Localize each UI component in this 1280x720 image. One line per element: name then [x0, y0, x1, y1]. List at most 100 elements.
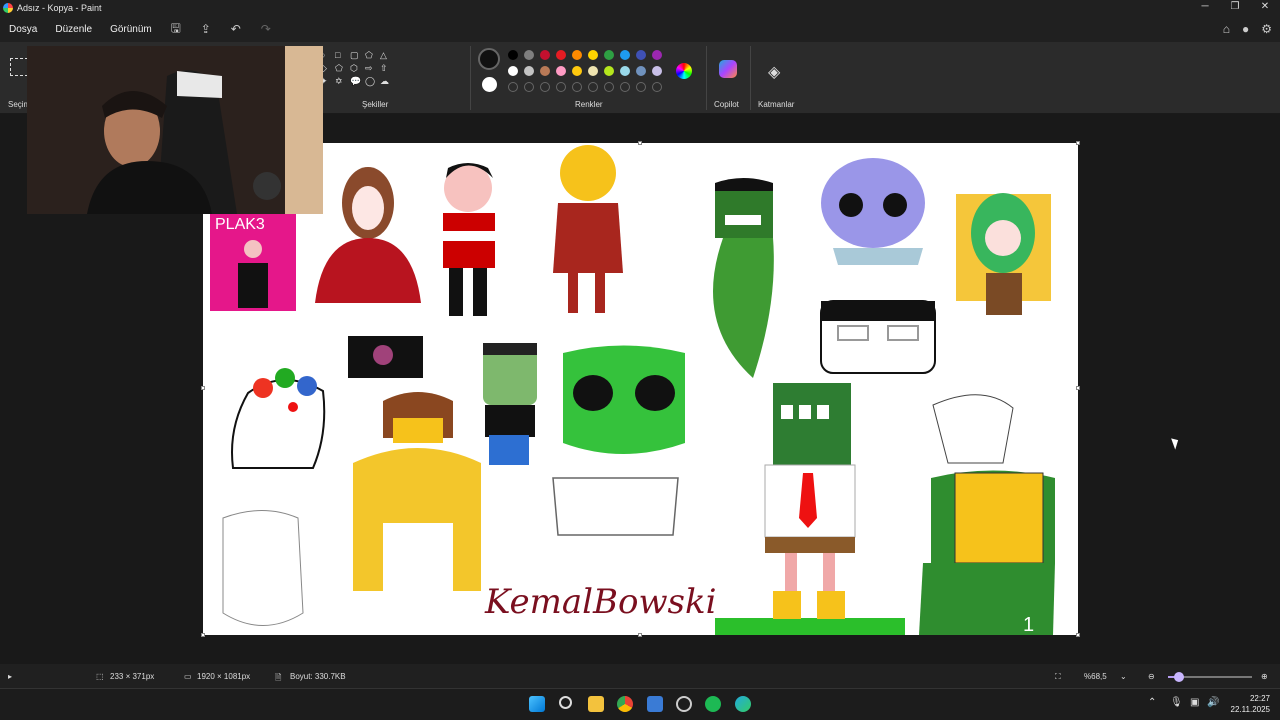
start-icon[interactable] — [529, 696, 545, 712]
share-icon[interactable]: ⇪ — [191, 22, 221, 36]
color-swatch[interactable] — [508, 66, 518, 76]
primary-color-swatch[interactable] — [478, 48, 500, 70]
title-bar: Adsız - Kopya - Paint ─ ❐ ✕ — [0, 0, 1280, 16]
chrome-icon[interactable] — [617, 696, 633, 712]
close-button[interactable]: ✕ — [1250, 0, 1280, 16]
rounded-rect-shape-icon[interactable]: ▢ — [350, 50, 364, 61]
color-swatch[interactable] — [588, 50, 598, 60]
custom-color-slot[interactable] — [636, 82, 646, 92]
color-swatch[interactable] — [508, 50, 518, 60]
color-swatch[interactable] — [604, 50, 614, 60]
color-swatch[interactable] — [572, 66, 582, 76]
resize-handle[interactable] — [638, 633, 642, 637]
cloud-shape-icon[interactable]: ☁ — [380, 76, 394, 87]
pentagon-shape-icon[interactable]: ⬠ — [335, 63, 349, 74]
feedback-icon[interactable]: ⌂ — [1223, 22, 1230, 36]
minimize-button[interactable]: ─ — [1190, 0, 1220, 16]
color-swatch[interactable] — [588, 66, 598, 76]
zoom-slider-thumb[interactable] — [1174, 672, 1185, 682]
green-monster-drawing — [715, 183, 773, 238]
custom-color-slot[interactable] — [652, 82, 662, 92]
clock-time: 22:27 — [1249, 694, 1270, 703]
rectangle-shape-icon[interactable]: □ — [335, 50, 349, 61]
color-swatch[interactable] — [556, 66, 566, 76]
resize-handle[interactable] — [1076, 141, 1080, 145]
zoom-out-icon[interactable]: ⊖ — [1148, 672, 1155, 681]
network-icon[interactable]: ▣ — [1190, 697, 1199, 708]
shapes-gallery: ○ □ ▢ ⬠ △ ◇ ⬠ ⬡ ⇨ ⇧ ✦ ✡ 💬 ◯ ☁ — [320, 50, 394, 87]
menu-file[interactable]: Dosya — [0, 24, 46, 35]
settings-icon[interactable]: ⚙ — [1261, 22, 1272, 36]
zoom-slider-track[interactable] — [1168, 672, 1252, 682]
custom-color-slot[interactable] — [604, 82, 614, 92]
color-swatch[interactable] — [652, 66, 662, 76]
microphone-icon[interactable]: 🎙 — [1170, 697, 1183, 708]
dog-drawing — [932, 394, 1014, 464]
colors-label: Renkler — [575, 100, 603, 109]
custom-color-slot[interactable] — [556, 82, 566, 92]
triangle-shape-icon[interactable]: △ — [380, 50, 394, 61]
account-icon[interactable]: ● — [1242, 22, 1249, 36]
layers-icon[interactable]: ◈ — [768, 62, 780, 82]
callout-oval-shape-icon[interactable]: ◯ — [365, 76, 379, 87]
search-icon[interactable] — [559, 696, 572, 709]
obs-icon[interactable] — [676, 696, 692, 712]
selection-size: 233 × 371px — [110, 672, 155, 681]
zoom-in-icon[interactable]: ⊕ — [1261, 672, 1268, 681]
undo-icon[interactable]: ↶ — [221, 22, 251, 36]
color-swatch[interactable] — [524, 66, 534, 76]
custom-color-slot[interactable] — [620, 82, 630, 92]
chevron-up-icon[interactable]: ⌃ — [1148, 697, 1156, 708]
photos-icon[interactable] — [647, 696, 663, 712]
color-swatch[interactable] — [604, 66, 614, 76]
canvas-artwork: PLAK3 1 KemalBowski — [210, 145, 1055, 636]
color-swatch[interactable] — [620, 66, 630, 76]
resize-handle[interactable] — [201, 386, 205, 390]
color-swatch[interactable] — [572, 50, 582, 60]
color-swatch[interactable] — [636, 66, 646, 76]
file-explorer-icon[interactable] — [588, 696, 604, 712]
fit-to-window-icon[interactable]: ⛶ — [1055, 672, 1061, 682]
secondary-color-swatch[interactable] — [482, 77, 497, 92]
color-swatch[interactable] — [620, 50, 630, 60]
color-swatch[interactable] — [540, 66, 550, 76]
menu-view[interactable]: Görünüm — [101, 24, 161, 35]
chevron-down-icon[interactable]: ⌄ — [1120, 672, 1127, 681]
color-swatch[interactable] — [636, 50, 646, 60]
color-swatch[interactable] — [540, 50, 550, 60]
taskbar — [0, 688, 1280, 720]
custom-color-slot[interactable] — [540, 82, 550, 92]
resize-handle[interactable] — [201, 633, 205, 637]
color-swatch[interactable] — [524, 50, 534, 60]
redo-icon[interactable]: ↷ — [251, 22, 281, 36]
resize-handle[interactable] — [638, 141, 642, 145]
volume-icon[interactable]: 🔊 — [1207, 697, 1219, 708]
spotify-icon[interactable] — [705, 696, 721, 712]
color-swatch[interactable] — [556, 50, 566, 60]
resize-handle[interactable] — [1076, 386, 1080, 390]
arrow-right-shape-icon[interactable]: ⇨ — [365, 63, 379, 74]
callout-shape-icon[interactable]: 💬 — [350, 76, 364, 87]
color-swatch[interactable] — [652, 50, 662, 60]
copilot-icon[interactable] — [719, 60, 737, 78]
star6-shape-icon[interactable]: ✡ — [335, 76, 349, 87]
paint-taskbar-icon[interactable] — [735, 696, 751, 712]
custom-color-slot[interactable] — [508, 82, 518, 92]
zoom-select[interactable]: %68,5 — [1084, 672, 1107, 681]
menu-edit[interactable]: Düzenle — [46, 24, 101, 35]
custom-color-slot[interactable] — [588, 82, 598, 92]
resize-handle[interactable] — [1076, 633, 1080, 637]
edit-colors-icon[interactable] — [676, 63, 692, 79]
selection-tool-icon[interactable] — [10, 58, 28, 76]
hexagon-shape-icon[interactable]: ⬡ — [350, 63, 364, 74]
sketch-face-drawing — [222, 510, 304, 626]
custom-color-slot[interactable] — [572, 82, 582, 92]
custom-color-slot[interactable] — [524, 82, 534, 92]
pointer-icon: ▸ — [8, 672, 13, 681]
polygon-shape-icon[interactable]: ⬠ — [365, 50, 379, 61]
system-clock[interactable]: 22:27 22.11.2025 — [1231, 693, 1270, 715]
save-icon[interactable]: 🖫 — [161, 19, 191, 40]
drawing-canvas[interactable]: PLAK3 1 KemalBowski — [203, 143, 1078, 636]
arrow-up-shape-icon[interactable]: ⇧ — [380, 63, 394, 74]
restore-button[interactable]: ❐ — [1220, 0, 1250, 16]
